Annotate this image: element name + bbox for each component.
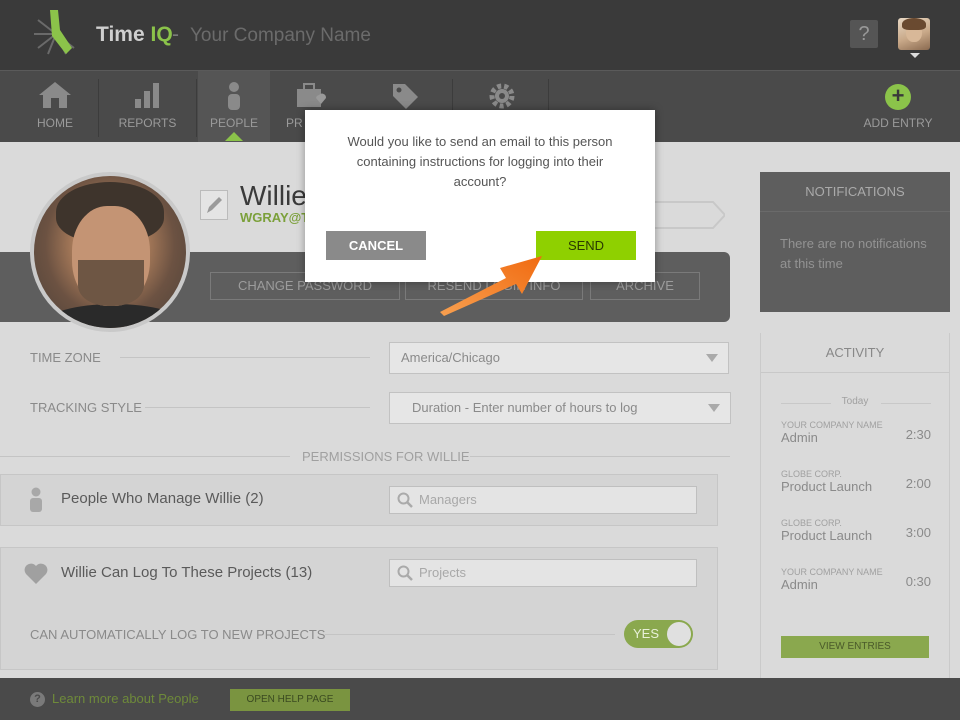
search-icon [397,492,413,508]
notifications-title: NOTIFICATIONS [760,172,950,212]
nav-home[interactable]: HOME [10,71,100,143]
open-help-page-button[interactable]: OPEN HELP PAGE [230,689,350,711]
brand-name: Time IQ [96,23,173,46]
add-entry-button[interactable]: + ADD ENTRY [856,71,940,143]
nav-divider [98,79,99,137]
app-header: Time IQ - Your Company Name ? [0,0,960,70]
tag-outline-icon [655,201,725,229]
edit-pencil-icon[interactable] [200,190,228,220]
activity-entry[interactable]: YOUR COMPANY NAME Admin 0:30 [781,567,931,592]
activity-today-label: Today [841,396,869,407]
divider [470,456,730,457]
nav-home-label: HOME [37,116,73,130]
learn-more-link[interactable]: Learn more about People [52,691,199,706]
brand-separator: - [172,23,179,46]
notifications-empty-text: There are no notifications at this time [780,236,927,271]
heart-icon [24,563,48,584]
view-entries-button[interactable]: VIEW ENTRIES [781,636,929,658]
divider [120,357,370,358]
projects-search-input[interactable]: Projects [389,559,697,587]
auto-log-label: CAN AUTOMATICALLY LOG TO NEW PROJECTS [30,627,326,642]
projects-placeholder: Projects [419,565,466,580]
pointer-arrow-icon [440,256,542,316]
active-tab-indicator [225,132,243,141]
activity-entry[interactable]: GLOBE CORP. Product Launch 2:00 [781,469,931,494]
chevron-down-icon [708,404,720,412]
activity-hours: 0:30 [905,574,931,589]
chevron-down-icon[interactable] [910,53,920,58]
activity-title: ACTIVITY [761,333,949,373]
briefcase-heart-icon [297,83,327,107]
auto-log-toggle[interactable]: YES [624,620,693,648]
profile-photo[interactable] [30,172,190,332]
person-name: Willie [240,180,307,211]
help-button[interactable]: ? [850,20,878,48]
divider [145,407,370,408]
user-avatar[interactable] [898,18,930,50]
permissions-title: PERMISSIONS FOR WILLIE [302,449,470,464]
managers-label: People Who Manage Willie (2) [61,490,264,507]
divider [325,634,615,635]
chevron-down-icon [706,354,718,362]
time-zone-select[interactable]: America/Chicago [389,342,729,374]
time-iq-logo-icon[interactable] [26,8,86,60]
help-circle-icon: ? [30,692,45,707]
person-icon [30,487,42,512]
cancel-button[interactable]: CANCEL [326,231,426,260]
managers-search-input[interactable]: Managers [389,486,697,514]
auto-log-toggle-label: YES [633,626,660,641]
tracking-style-select[interactable]: Duration - Enter number of hours to log [389,392,731,424]
add-entry-label: ADD ENTRY [863,116,933,130]
tracking-style-value: Duration - Enter number of hours to log [412,400,638,415]
time-zone-label: TIME ZONE [30,350,101,365]
activity-panel: ACTIVITY Today YOUR COMPANY NAME Admin 2… [760,333,950,678]
gear-icon [489,83,515,109]
divider [881,403,931,404]
search-icon [397,565,413,581]
nav-reports-label: REPORTS [118,116,177,130]
tracking-style-label: TRACKING STYLE [30,400,142,415]
footer-bar: ? Learn more about People [0,678,960,720]
dialog-message: Would you like to send an email to this … [347,134,613,189]
send-button[interactable]: SEND [536,231,636,260]
company-name: Your Company Name [190,25,371,46]
nav-people-label: PEOPLE [209,116,259,130]
nav-reports[interactable]: REPORTS [100,71,195,143]
activity-hours: 2:30 [905,427,931,442]
toggle-knob [667,622,691,646]
person-email: WGRAY@T [240,210,310,225]
activity-hours: 2:00 [905,476,931,491]
nav-divider [196,79,197,137]
home-icon [39,82,71,108]
activity-entry[interactable]: YOUR COMPANY NAME Admin 2:30 [781,420,931,445]
plus-icon: + [885,84,911,110]
activity-entry[interactable]: GLOBE CORP. Product Launch 3:00 [781,518,931,543]
activity-hours: 3:00 [905,525,931,540]
notifications-panel: NOTIFICATIONS There are no notifications… [760,172,950,312]
time-zone-value: America/Chicago [401,350,500,365]
divider [0,456,290,457]
bar-chart-icon [134,83,159,108]
person-icon [228,82,240,110]
managers-placeholder: Managers [419,492,477,507]
tag-icon [393,84,418,109]
projects-label: Willie Can Log To These Projects (13) [61,564,313,581]
